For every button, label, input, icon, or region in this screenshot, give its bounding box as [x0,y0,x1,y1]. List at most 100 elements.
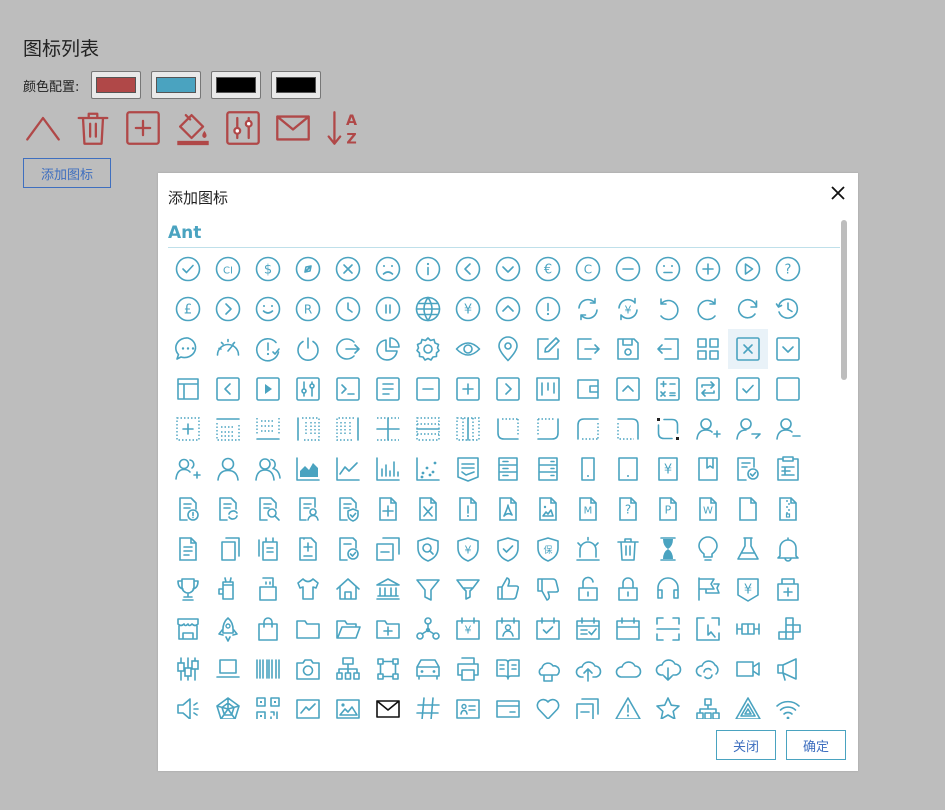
bulb-icon[interactable] [688,529,728,569]
funnel-plot-icon[interactable] [448,569,488,609]
qrcode-icon[interactable] [248,689,288,719]
delete-icon[interactable] [73,108,113,148]
laptop-icon[interactable] [208,649,248,689]
flag-icon[interactable] [688,569,728,609]
file-text-square-icon[interactable] [368,369,408,409]
user-icon[interactable] [208,449,248,489]
border-top-icon[interactable] [208,409,248,449]
diff-icon[interactable] [288,529,328,569]
file-image-icon[interactable] [528,489,568,529]
idcard-icon[interactable] [448,689,488,719]
tablet-icon[interactable] [608,449,648,489]
block-icon[interactable] [368,529,408,569]
select-icon[interactable] [688,609,728,649]
radius-bottomright-icon[interactable] [528,409,568,449]
bell-icon[interactable] [768,529,808,569]
redo-icon[interactable] [688,289,728,329]
dot-chart-icon[interactable] [408,449,448,489]
file-markdown-icon[interactable]: M [568,489,608,529]
code-icon[interactable] [328,369,368,409]
border-bottom-icon[interactable] [248,409,288,449]
layout-icon[interactable] [168,369,208,409]
dashboard-icon[interactable] [208,329,248,369]
global-icon[interactable] [408,289,448,329]
contacts-icon[interactable] [488,609,528,649]
setting-icon[interactable] [408,329,448,369]
mail-icon[interactable] [368,689,408,719]
eye-icon[interactable] [448,329,488,369]
compass-icon[interactable] [288,249,328,289]
safety-certificate-icon[interactable] [488,529,528,569]
euro-circle-icon[interactable]: € [528,249,568,289]
meh-icon[interactable] [648,249,688,289]
history-icon[interactable] [768,289,808,329]
down-square-icon[interactable] [768,329,808,369]
hourglass-icon[interactable] [648,529,688,569]
border-verticle-icon[interactable] [408,409,448,449]
plus-square-icon[interactable] [123,108,163,148]
number-icon[interactable] [408,689,448,719]
gateway-icon[interactable] [368,649,408,689]
user-switch-icon[interactable] [728,409,768,449]
plus-square-icon[interactable] [448,369,488,409]
audit-icon[interactable] [768,449,808,489]
file-icon[interactable] [728,489,768,529]
sync-icon[interactable] [568,289,608,329]
exclamation-circle-icon[interactable] [528,289,568,329]
file-search-icon[interactable] [248,489,288,529]
file-pdf-icon[interactable] [488,489,528,529]
account-calendar-icon[interactable]: ¥ [448,609,488,649]
user-delete-icon[interactable] [768,409,808,449]
rest-icon[interactable] [208,569,248,609]
home-icon[interactable] [328,569,368,609]
file-sync-icon[interactable] [208,489,248,529]
usb-icon[interactable] [248,569,288,609]
copyright-ci-icon[interactable]: CI [208,249,248,289]
right-square-icon[interactable] [488,369,528,409]
skin-icon[interactable] [288,569,328,609]
message-icon[interactable] [168,329,208,369]
import-icon[interactable] [648,329,688,369]
minus-circle-icon[interactable] [608,249,648,289]
clock-circle-icon[interactable] [328,289,368,329]
file-ppt-icon[interactable]: P [648,489,688,529]
right-circle-icon[interactable] [208,289,248,329]
read-icon[interactable] [488,649,528,689]
trademark-circle-icon[interactable]: R [288,289,328,329]
location-icon[interactable] [488,329,528,369]
info-circle-icon[interactable] [408,249,448,289]
control-icon[interactable] [223,108,263,148]
deployment-unit-icon[interactable] [408,609,448,649]
file-word-icon[interactable]: W [688,489,728,529]
border-icon[interactable] [768,369,808,409]
video-camera-icon[interactable] [728,649,768,689]
issues-close-icon[interactable] [248,329,288,369]
usergroup-add-icon[interactable] [168,449,208,489]
radar-chart-icon[interactable] [208,689,248,719]
property-safety-icon[interactable]: ¥ [448,529,488,569]
file-done-icon[interactable] [328,529,368,569]
sliders-icon[interactable] [168,649,208,689]
check-circle-icon[interactable] [168,249,208,289]
copy-icon[interactable] [208,529,248,569]
file-text-icon[interactable] [168,529,208,569]
barcode-icon[interactable] [248,649,288,689]
border-inner-icon[interactable] [168,409,208,449]
lock-icon[interactable] [608,569,648,609]
sort-az-icon[interactable]: AZ [323,108,363,148]
color-swatch-3[interactable] [211,71,262,99]
play-circle-icon[interactable] [728,249,768,289]
reload-icon[interactable] [728,289,768,329]
appstore-icon[interactable] [688,329,728,369]
unlock-icon[interactable] [568,569,608,609]
file-zip-icon[interactable] [768,489,808,529]
printer-icon[interactable] [448,649,488,689]
project-icon[interactable] [528,369,568,409]
transaction-icon[interactable]: ¥ [608,289,648,329]
wallet-icon[interactable] [568,369,608,409]
calendar-icon[interactable] [608,609,648,649]
file-unknown-icon[interactable]: ? [608,489,648,529]
folder-icon[interactable] [288,609,328,649]
cloud-upload-icon[interactable] [568,649,608,689]
dislike-icon[interactable] [528,569,568,609]
